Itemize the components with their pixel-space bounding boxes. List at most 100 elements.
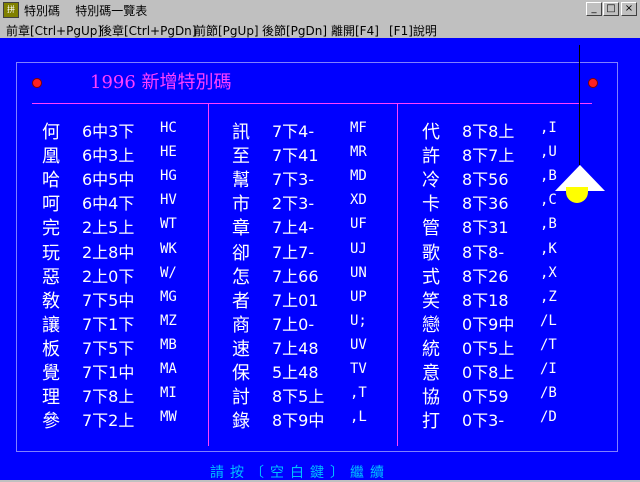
table-cell-code: MG bbox=[160, 288, 177, 305]
table-cell-code: /D bbox=[540, 409, 557, 426]
table-cell-char: 許 bbox=[422, 146, 440, 168]
table-cell-code: HG bbox=[160, 168, 177, 185]
table-cell-code: HV bbox=[160, 192, 177, 209]
table-cell-code: UF bbox=[350, 216, 367, 233]
window-title: 特別碼 特別碼一覽表 bbox=[24, 4, 148, 18]
heading-divider bbox=[32, 103, 592, 104]
table-cell-char: 何 bbox=[42, 122, 60, 143]
table-cell-code: TV bbox=[350, 361, 367, 377]
table-cell-pos: 7上7- bbox=[272, 242, 315, 262]
table-cell-pos: 6中5中 bbox=[82, 170, 135, 190]
table-cell-pos: 2下3- bbox=[272, 194, 315, 214]
table-cell-code: MW bbox=[160, 409, 177, 426]
table-cell-char: 統 bbox=[422, 338, 440, 360]
table-cell-code: ,B bbox=[540, 168, 557, 185]
table-cell-char: 覺 bbox=[42, 363, 60, 384]
table-cell-pos: 7下3- bbox=[272, 170, 315, 190]
page-heading: 1996 新增特別碼 bbox=[90, 72, 232, 93]
table-cell-char: 速 bbox=[232, 338, 250, 360]
menu-prev-section[interactable]: 前節[PgUp] bbox=[194, 22, 259, 39]
table-cell-char: 打 bbox=[422, 411, 440, 433]
table-cell-char: 意 bbox=[422, 363, 440, 384]
table-cell-code: ,X bbox=[540, 264, 557, 281]
table-cell-char: 卡 bbox=[422, 194, 440, 216]
table-cell-code: HE bbox=[160, 144, 177, 161]
table-cell-code: /B bbox=[540, 385, 557, 402]
table-cell-code: UN bbox=[350, 264, 367, 281]
table-cell-pos: 7下2上 bbox=[82, 411, 135, 431]
table-cell-code: ,B bbox=[540, 216, 557, 233]
right-dot-icon bbox=[588, 78, 598, 88]
table-cell-char: 板 bbox=[42, 338, 60, 360]
table-cell-pos: 7下1中 bbox=[82, 363, 135, 382]
table-cell-char: 冷 bbox=[422, 170, 440, 192]
table-cell-code: /L bbox=[540, 312, 557, 329]
table-cell-pos: 7上4- bbox=[272, 218, 315, 238]
menu-prev-chapter[interactable]: 前章[Ctrl+PgUp] bbox=[6, 22, 102, 39]
table-cell-code: MA bbox=[160, 361, 177, 377]
table-cell-char: 怎 bbox=[232, 266, 250, 288]
table-cell-pos: 0下9中 bbox=[462, 314, 515, 334]
table-cell-char: 惡 bbox=[42, 266, 60, 288]
table-cell-pos: 7上48 bbox=[272, 338, 319, 358]
table-cell-pos: 7上66 bbox=[272, 266, 319, 286]
table-cell-char: 玩 bbox=[42, 242, 60, 264]
table-cell-code: UJ bbox=[350, 240, 367, 257]
table-cell-code: WK bbox=[160, 240, 177, 257]
table-cell-char: 笑 bbox=[422, 290, 440, 312]
table-cell-pos: 8下31 bbox=[462, 218, 509, 238]
table-cell-code: /I bbox=[540, 361, 557, 377]
column-divider-1 bbox=[208, 104, 209, 446]
menu-bar: 前章[Ctrl+PgUp] 後章[Ctrl+PgDn] 前節[PgUp] 後節[… bbox=[0, 20, 640, 38]
table-cell-char: 凰 bbox=[42, 146, 60, 168]
menu-help[interactable]: [F1]說明 bbox=[389, 22, 437, 39]
table-cell-code: ,K bbox=[540, 240, 557, 257]
app-icon[interactable]: 拼 bbox=[3, 2, 19, 18]
table-cell-code: U; bbox=[350, 312, 367, 329]
table-cell-code: ,U bbox=[540, 144, 557, 161]
table-cell-pos: 0下3- bbox=[462, 411, 505, 431]
left-dot-icon bbox=[32, 78, 42, 88]
table-cell-code: HC bbox=[160, 120, 177, 136]
table-cell-pos: 6中4下 bbox=[82, 194, 135, 214]
menu-exit[interactable]: 離開[F4] bbox=[331, 22, 379, 39]
table-cell-code: MZ bbox=[160, 312, 177, 329]
menu-next-chapter[interactable]: 後章[Ctrl+PgDn] bbox=[100, 22, 196, 39]
table-cell-pos: 7上01 bbox=[272, 290, 319, 310]
table-cell-char: 讓 bbox=[42, 314, 60, 336]
table-cell-char: 敎 bbox=[42, 290, 60, 312]
table-cell-pos: 7上0- bbox=[272, 314, 315, 334]
continue-prompt: 請按〔空白鍵〕繼續 bbox=[210, 465, 390, 481]
table-cell-char: 至 bbox=[232, 146, 250, 168]
table-cell-pos: 8下36 bbox=[462, 194, 509, 214]
table-cell-pos: 0下59 bbox=[462, 387, 509, 407]
table-cell-pos: 7下4- bbox=[272, 122, 315, 141]
table-cell-pos: 2上5上 bbox=[82, 218, 135, 238]
table-cell-code: MF bbox=[350, 120, 367, 136]
table-cell-pos: 8下26 bbox=[462, 266, 509, 286]
table-cell-char: 哈 bbox=[42, 170, 60, 192]
table-cell-code: ,Z bbox=[540, 288, 557, 305]
table-cell-pos: 8下56 bbox=[462, 170, 509, 190]
table-cell-code: ,L bbox=[350, 409, 367, 426]
column-divider-2 bbox=[397, 104, 398, 446]
table-cell-pos: 8下5上 bbox=[272, 387, 325, 407]
close-button[interactable]: × bbox=[621, 2, 637, 16]
title-bar: 拼 特別碼 特別碼一覽表 _ □ × bbox=[0, 0, 640, 20]
table-cell-char: 討 bbox=[232, 387, 250, 409]
table-cell-code: MI bbox=[160, 385, 177, 402]
table-cell-pos: 6中3下 bbox=[82, 122, 135, 141]
table-cell-code: /T bbox=[540, 336, 557, 353]
table-cell-char: 幫 bbox=[232, 170, 250, 192]
table-cell-pos: 7下8上 bbox=[82, 387, 135, 407]
table-cell-code: WT bbox=[160, 216, 177, 233]
menu-next-section[interactable]: 後節[PgDn] bbox=[262, 22, 327, 39]
table-cell-char: 參 bbox=[42, 411, 60, 433]
table-cell-char: 式 bbox=[422, 266, 440, 288]
table-cell-char: 卻 bbox=[232, 242, 250, 264]
table-cell-char: 訊 bbox=[232, 122, 250, 143]
table-cell-char: 章 bbox=[232, 218, 250, 240]
minimize-button[interactable]: _ bbox=[586, 2, 602, 16]
maximize-button[interactable]: □ bbox=[603, 2, 619, 16]
table-cell-pos: 7下1下 bbox=[82, 314, 135, 334]
